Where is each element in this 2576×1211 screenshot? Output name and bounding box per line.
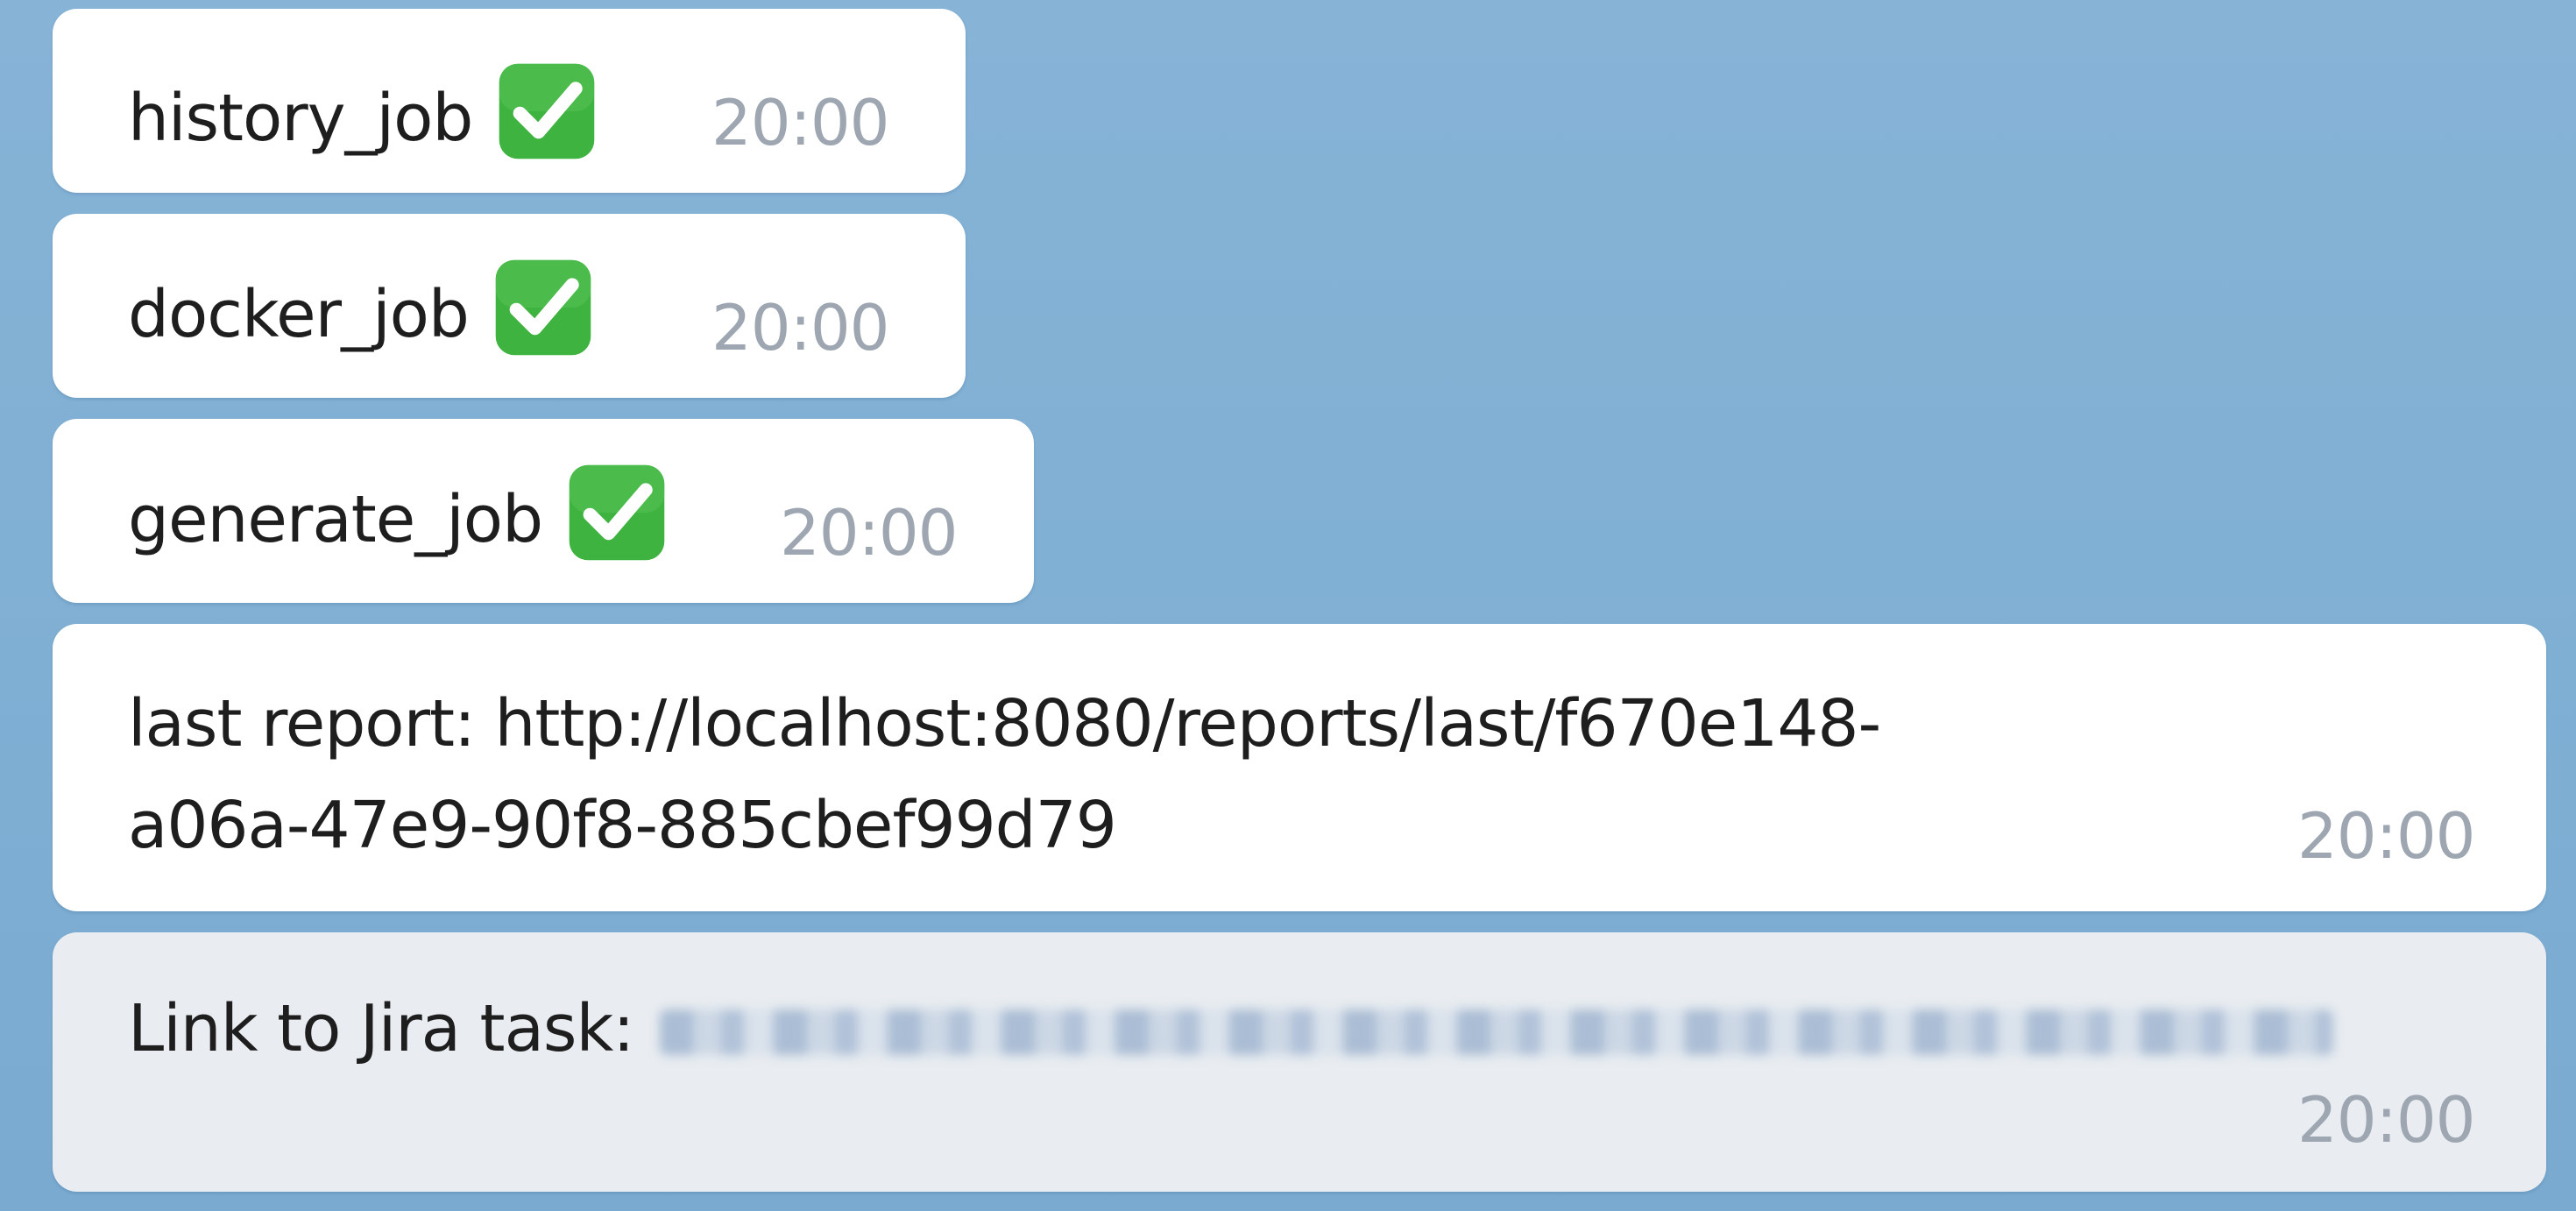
message-time: 20:00 (2297, 1083, 2475, 1157)
redacted-jira-link[interactable] (660, 1009, 2334, 1056)
message-bubble[interactable]: generate_job 20:00 (53, 419, 1034, 603)
message-line: last report: http://localhost:8080/repor… (128, 686, 1881, 761)
message-bubble[interactable]: last report: http://localhost:8080/repor… (53, 624, 2546, 911)
message-bubble[interactable]: history_job 20:00 (53, 9, 966, 193)
message-label: docker_job (128, 277, 470, 352)
message-label: history_job (128, 81, 473, 156)
message-label: Link to Jira task: (128, 991, 634, 1066)
message-label: generate_job (128, 482, 543, 557)
chat-message-list: history_job 20:00 docker_job 20:00 gener… (0, 0, 2576, 1211)
message-time: 20:00 (2297, 799, 2475, 873)
check-mark-button-icon (495, 259, 591, 356)
check-mark-button-icon (569, 464, 665, 561)
message-time: 20:00 (711, 291, 889, 365)
message-line: a06a-47e9-90f8-885cbef99d79 (128, 788, 1117, 863)
message-time: 20:00 (711, 86, 889, 159)
message-text: docker_job (128, 256, 595, 365)
message-text: Link to Jira task: (128, 978, 2334, 1080)
message-text: generate_job (128, 461, 669, 570)
message-bubble[interactable]: Link to Jira task: 20:00 (53, 932, 2546, 1192)
check-mark-button-icon (499, 63, 595, 159)
message-text: history_job (128, 60, 598, 169)
message-bubble[interactable]: docker_job 20:00 (53, 214, 966, 398)
report-link[interactable]: last report: http://localhost:8080/repor… (128, 673, 1881, 876)
message-time: 20:00 (780, 496, 958, 570)
